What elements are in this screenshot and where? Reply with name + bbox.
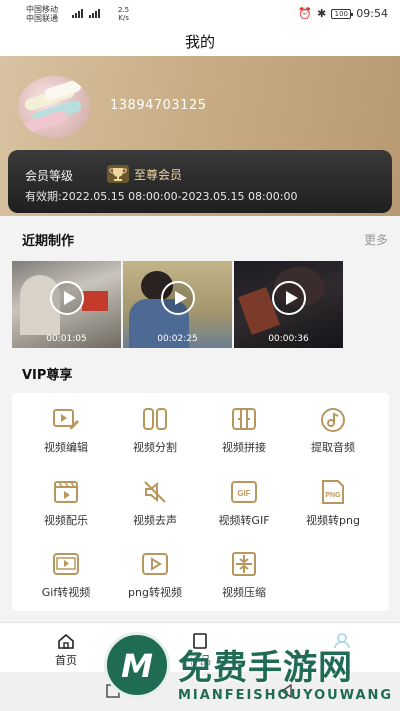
tool-mute[interactable]: 视频去声: [111, 478, 199, 528]
vip-title: VIP尊享: [22, 368, 73, 383]
svg-text:PNG: PNG: [325, 492, 341, 499]
png-to-video-icon: [142, 553, 168, 575]
recent-video-1[interactable]: 00:01:05: [12, 261, 121, 348]
app-screen: 中国移动 中国联通 2.5 K/s ⏰ ✱ 100 09:54 我的 13894…: [0, 0, 400, 711]
video-duration: 00:01:05: [46, 334, 87, 344]
carrier-info: 中国移动 中国联通: [26, 5, 58, 23]
tool-gif-to-video[interactable]: Gif转视频: [22, 550, 110, 600]
member-level-value: 至尊会员: [134, 167, 183, 182]
tool-label: 提取音频: [311, 441, 355, 454]
gif-to-video-icon: [53, 553, 79, 575]
bluetooth-icon: ✱: [317, 7, 327, 20]
video-duration: 00:02:25: [157, 334, 198, 344]
status-bar: 中国移动 中国联通 2.5 K/s ⏰ ✱ 100 09:54: [0, 0, 400, 28]
user-phone: 13894703125: [110, 98, 207, 113]
svg-text:GIF: GIF: [237, 489, 250, 498]
tool-video-split[interactable]: 视频分割: [111, 405, 199, 455]
trophy-icon: [107, 165, 129, 183]
tool-label: Gif转视频: [41, 586, 91, 599]
watermark-text: 免费手游网: [178, 648, 353, 688]
watermark-subtext: MIANFEISHOUYOUWANG: [178, 688, 394, 703]
compress-icon: [232, 552, 256, 576]
video-duration: 00:00:36: [268, 334, 309, 344]
clock: 09:54: [356, 7, 388, 20]
video-split-icon: [143, 408, 167, 430]
member-level-badge: 至尊会员: [106, 164, 182, 184]
tool-video-edit[interactable]: 视频编辑: [22, 405, 110, 455]
speed-unit: K/s: [118, 14, 129, 22]
nav-home-label: 首页: [55, 654, 77, 667]
extract-audio-icon: [321, 408, 345, 432]
tool-label: 视频去声: [133, 514, 177, 527]
tool-png-to-video[interactable]: png转视频: [111, 550, 199, 600]
watermark-logo-letter: M: [121, 647, 153, 685]
video-edit-icon: [53, 409, 79, 429]
tool-label: 视频压缩: [222, 586, 266, 599]
tool-label: 视频转png: [306, 514, 360, 527]
page-title: 我的: [0, 28, 400, 56]
video-music-icon: [54, 481, 78, 503]
network-speed: 2.5 K/s: [118, 6, 129, 22]
tool-label: png转视频: [128, 586, 182, 599]
tool-video-music[interactable]: 视频配乐: [22, 478, 110, 528]
status-right: ⏰ ✱ 100 09:54: [298, 7, 388, 20]
member-level-label: 会员等级: [25, 169, 74, 183]
membership-card[interactable]: 会员等级 至尊会员 有效期:2022.05.15 08:00:00-2023.0…: [8, 150, 392, 213]
tool-video-join[interactable]: 视频拼接: [200, 405, 288, 455]
play-icon: [160, 280, 195, 315]
recent-video-3[interactable]: 00:00:36: [234, 261, 343, 348]
tool-compress[interactable]: 视频压缩: [200, 550, 288, 600]
carrier-2: 中国联通: [26, 14, 58, 23]
tool-label: 视频配乐: [44, 514, 88, 527]
gif-icon: GIF: [231, 481, 257, 503]
recent-title: 近期制作: [22, 234, 75, 249]
mute-icon: [144, 481, 166, 503]
home-icon: [58, 633, 74, 649]
alarm-icon: ⏰: [298, 7, 313, 20]
recent-video-2[interactable]: 00:02:25: [123, 261, 232, 348]
tool-label: 视频转GIF: [218, 514, 270, 527]
play-icon: [49, 280, 84, 315]
carrier-1: 中国移动: [26, 5, 58, 14]
tool-extract-audio[interactable]: 提取音频: [289, 405, 377, 455]
png-icon: PNG: [322, 480, 344, 504]
signal-icon: [72, 9, 100, 18]
tool-label: 视频编辑: [44, 441, 88, 454]
video-join-icon: [232, 408, 256, 430]
nav-home[interactable]: 首页: [36, 633, 96, 668]
member-validity: 有效期:2022.05.15 08:00:00-2023.05.15 08:00…: [25, 190, 298, 203]
speed-value: 2.5: [118, 6, 130, 14]
play-icon: [271, 280, 306, 315]
tool-video-to-gif[interactable]: GIF 视频转GIF: [200, 478, 288, 528]
tool-video-to-png[interactable]: PNG 视频转png: [289, 478, 377, 528]
more-link[interactable]: 更多: [364, 231, 388, 248]
avatar[interactable]: [18, 76, 90, 138]
battery-icon: 100: [331, 8, 354, 19]
tool-label: 视频拼接: [222, 441, 266, 454]
vip-tools-panel: 视频编辑 视频分割 视频拼接 提取音频 视频配乐 视频去声 GIF 视频转GIF…: [12, 393, 389, 611]
watermark-logo: M: [104, 632, 170, 698]
tool-label: 视频分割: [133, 441, 177, 454]
